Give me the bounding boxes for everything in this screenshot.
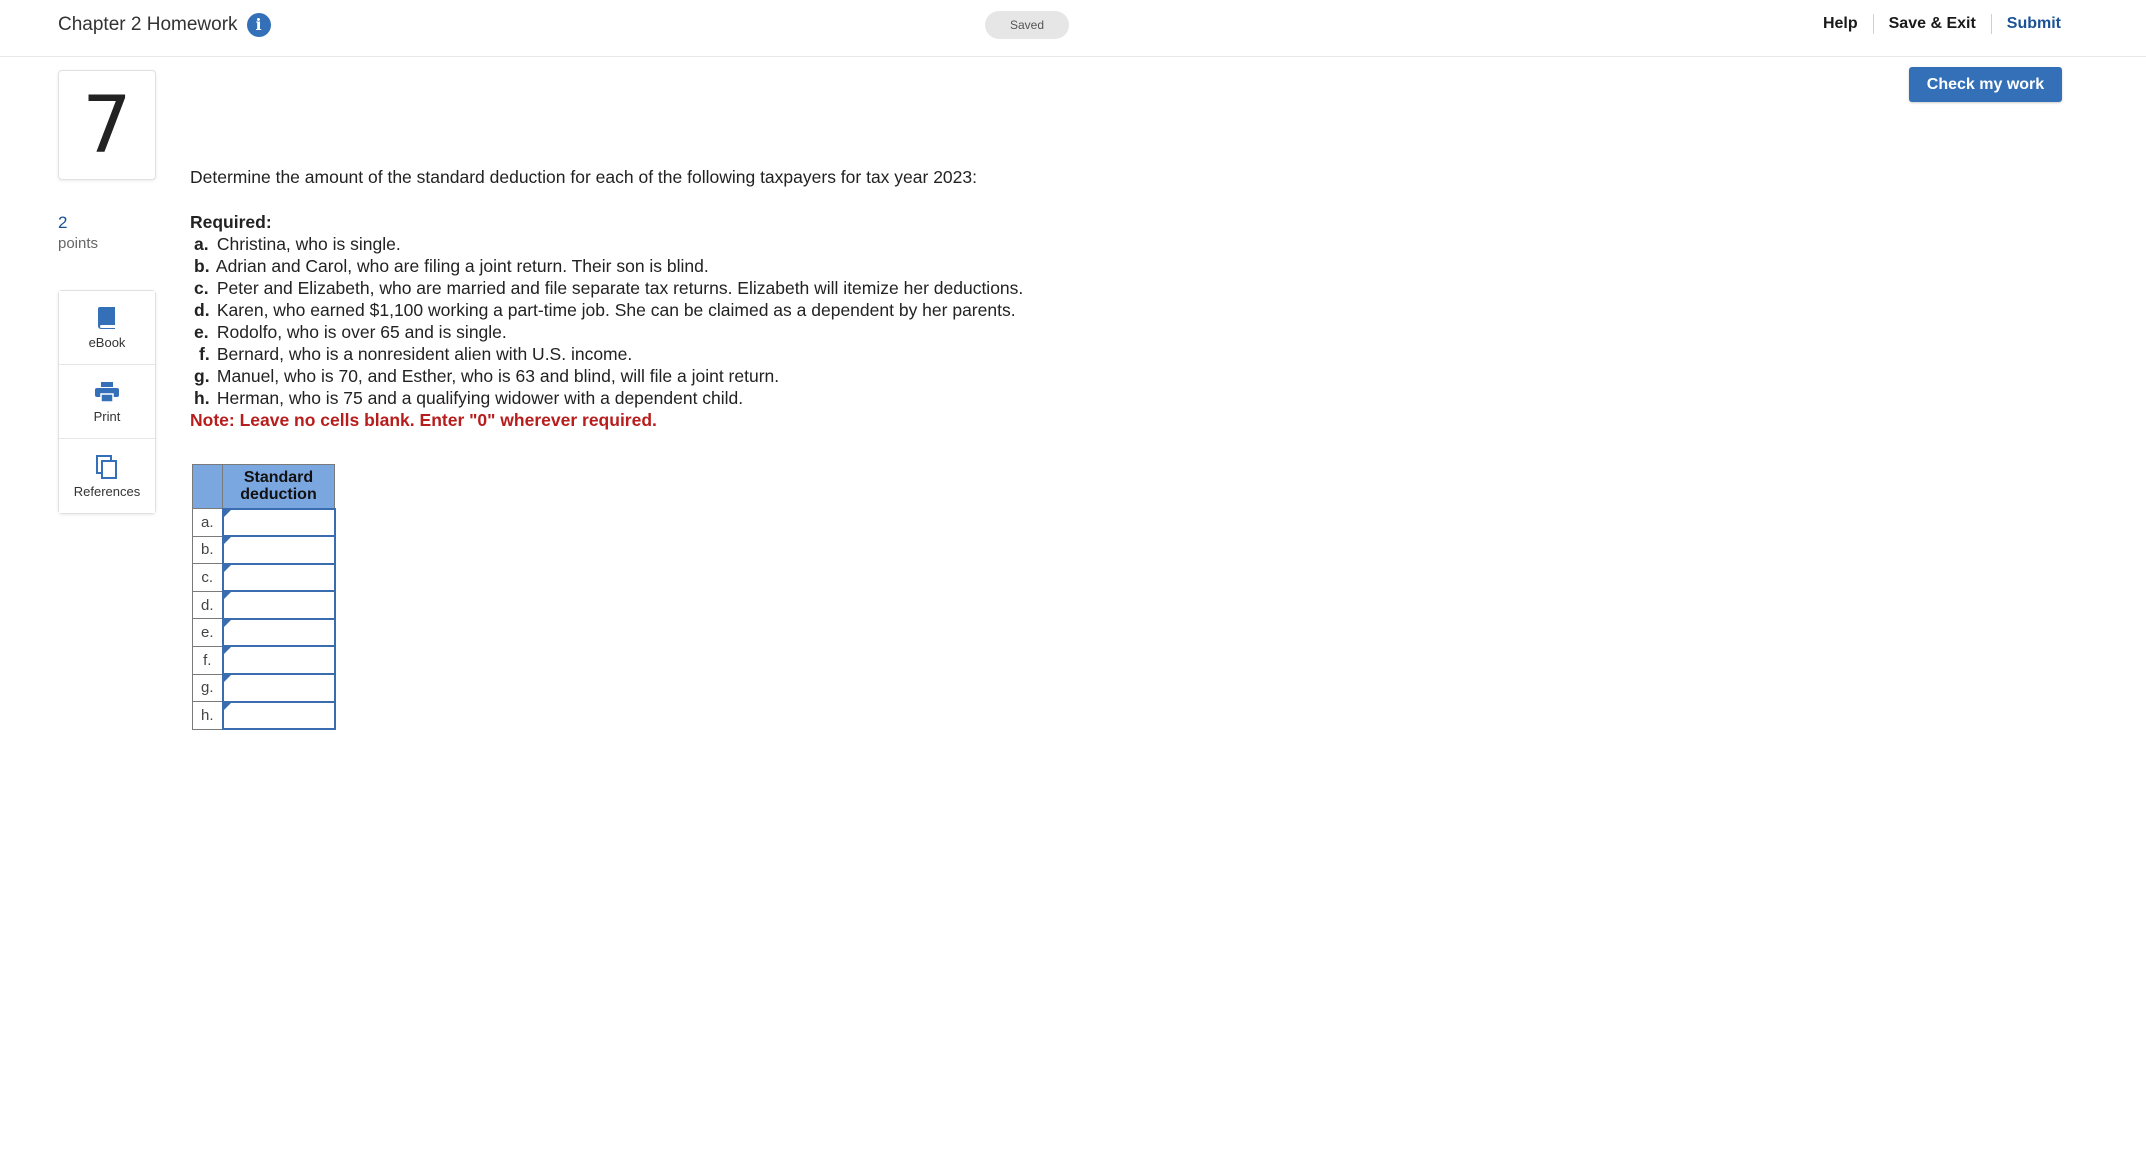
required-parts-list: a. Christina, who is single. b. Adrian a… <box>190 233 1490 409</box>
list-item: e. Rodolfo, who is over 65 and is single… <box>190 321 1490 343</box>
required-heading: Required: <box>190 212 272 232</box>
row-label: e. <box>192 618 223 647</box>
cell-flag-icon <box>223 592 231 600</box>
printer-icon <box>94 379 120 405</box>
answer-input-b[interactable] <box>223 537 334 562</box>
question-number: 7 <box>58 70 156 180</box>
cell-flag-icon <box>223 509 231 517</box>
part-letter: h. <box>194 388 210 408</box>
list-item: a. Christina, who is single. <box>190 233 1490 255</box>
part-letter: d. <box>194 300 210 320</box>
question-prompt: Determine the amount of the standard ded… <box>190 167 977 187</box>
info-icon[interactable]: i <box>246 13 271 37</box>
list-item: d. Karen, who earned $1,100 working a pa… <box>190 299 1490 321</box>
answer-input-c[interactable] <box>223 565 334 590</box>
check-my-work-button[interactable]: Check my work <box>1909 67 2062 102</box>
column-header-standard-deduction: Standard deduction <box>222 464 335 509</box>
cell-flag-icon <box>223 647 231 655</box>
top-bar: Chapter 2 Homework i Saved Help Save & E… <box>0 0 2146 57</box>
answer-input-g[interactable] <box>223 675 334 700</box>
part-text: Adrian and Carol, who are filing a joint… <box>215 256 709 276</box>
points-value: 2 <box>58 213 68 232</box>
save-exit-link[interactable]: Save & Exit <box>1889 12 1976 36</box>
answer-cell <box>221 673 336 703</box>
answer-cell <box>221 700 336 731</box>
row-label: a. <box>192 508 223 537</box>
cell-flag-icon <box>223 564 231 572</box>
row-label: h. <box>192 701 223 730</box>
part-letter: f. <box>199 344 210 364</box>
cell-flag-icon <box>223 537 231 545</box>
answer-cell <box>221 617 336 648</box>
table-row: e. <box>192 617 336 648</box>
references-label: References <box>73 483 141 499</box>
book-icon <box>96 305 118 331</box>
table-row: b. <box>192 535 336 565</box>
print-label: Print <box>93 409 121 424</box>
answer-input-h[interactable] <box>223 703 334 728</box>
answer-cell <box>221 645 336 676</box>
points-label: points <box>58 235 99 252</box>
answer-cell <box>221 535 336 565</box>
row-label: f. <box>192 645 223 675</box>
list-item: h. Herman, who is 75 and a qualifying wi… <box>190 387 1490 409</box>
help-link[interactable]: Help <box>1823 12 1858 36</box>
part-letter: b. <box>194 256 210 276</box>
table-row: f. <box>192 645 336 676</box>
table-row: d. <box>192 590 336 620</box>
part-text: Peter and Elizabeth, who are married and… <box>216 278 1024 298</box>
answer-input-a[interactable] <box>223 510 334 535</box>
part-text: Manuel, who is 70, and Esther, who is 63… <box>216 366 780 386</box>
references-icon <box>95 454 119 480</box>
answer-cell <box>221 507 336 538</box>
tools-panel: eBook Print References <box>58 290 156 514</box>
ebook-button[interactable]: eBook <box>59 291 155 365</box>
list-item: c. Peter and Elizabeth, who are married … <box>190 277 1490 299</box>
nav-divider <box>1990 14 1992 34</box>
part-text: Bernard, who is a nonresident alien with… <box>216 344 633 364</box>
answer-cell <box>221 590 336 620</box>
part-text: Herman, who is 75 and a qualifying widow… <box>216 388 744 408</box>
print-button[interactable]: Print <box>59 365 155 439</box>
row-label: g. <box>192 673 223 703</box>
submit-link[interactable]: Submit <box>2007 12 2061 36</box>
ebook-label: eBook <box>88 335 126 350</box>
answer-input-d[interactable] <box>223 593 334 618</box>
assignment-title: Chapter 2 Homework <box>58 14 238 35</box>
row-label: c. <box>192 563 223 592</box>
header-nav: Help Save & Exit Submit <box>1823 12 2061 36</box>
part-letter: a. <box>194 234 209 254</box>
answer-input-f[interactable] <box>223 648 334 673</box>
saved-status-badge: Saved <box>985 11 1069 39</box>
part-letter: c. <box>194 278 209 298</box>
part-text: Rodolfo, who is over 65 and is single. <box>216 322 507 342</box>
part-letter: e. <box>194 322 209 342</box>
assignment-title-group: Chapter 2 Homework i <box>58 11 271 39</box>
part-letter: g. <box>194 366 210 386</box>
answer-cell <box>221 562 336 593</box>
list-item: g. Manuel, who is 70, and Esther, who is… <box>190 365 1490 387</box>
part-text: Karen, who earned $1,100 working a part-… <box>216 300 1016 320</box>
list-item: b. Adrian and Carol, who are filing a jo… <box>190 255 1490 277</box>
cell-flag-icon <box>223 619 231 627</box>
references-button[interactable]: References <box>59 439 155 513</box>
cell-flag-icon <box>223 702 231 710</box>
table-corner-cell <box>192 464 223 509</box>
list-item: f. Bernard, who is a nonresident alien w… <box>190 343 1490 365</box>
part-text: Christina, who is single. <box>216 234 401 254</box>
table-row: a. <box>192 507 336 538</box>
row-label: b. <box>192 535 223 565</box>
note-text: Note: Leave no cells blank. Enter "0" wh… <box>190 410 657 430</box>
nav-divider <box>1872 14 1874 34</box>
table-row: g. <box>192 673 336 703</box>
row-label: d. <box>192 590 223 620</box>
table-row: c. <box>192 562 336 593</box>
question-body: Determine the amount of the standard ded… <box>190 166 1490 431</box>
answer-table: Standard deduction a. b. c. d. e. f. g. <box>192 464 336 731</box>
table-row: h. <box>192 700 336 731</box>
answer-input-e[interactable] <box>223 620 334 645</box>
cell-flag-icon <box>223 675 231 683</box>
